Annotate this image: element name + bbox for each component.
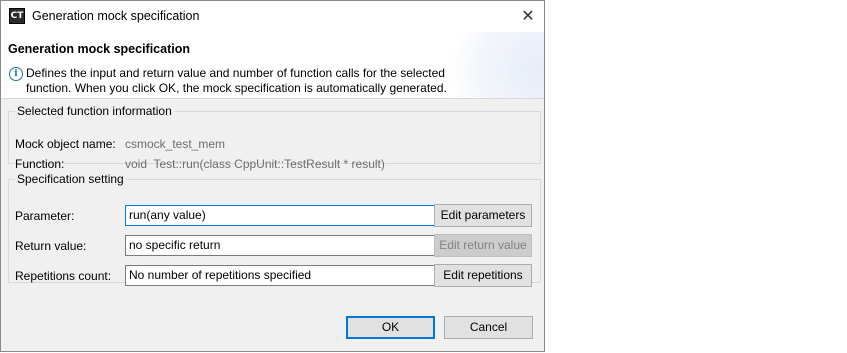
info-icon: i (9, 67, 23, 81)
close-icon[interactable]: ✕ (515, 5, 541, 27)
edit-repetitions-button[interactable]: Edit repetitions (434, 264, 532, 287)
repetitions-label: Repetitions count: (15, 269, 112, 283)
app-icon: CT (9, 8, 25, 24)
mock-object-label: Mock object name: (15, 137, 116, 151)
ok-button[interactable]: OK (346, 316, 435, 339)
edit-return-value-button[interactable]: Edit return value (434, 234, 532, 257)
return-value-label: Return value: (15, 239, 87, 253)
function-label: Function: (15, 157, 65, 171)
function-value: void Test::run(class CppUnit::TestResult… (125, 157, 385, 171)
page-title: Generation mock specification (8, 42, 190, 56)
mock-spec-dialog: CT Generation mock specification ✕ Gener… (0, 0, 545, 352)
return-value-field[interactable]: no specific return (125, 235, 435, 256)
specification-legend: Specification setting (17, 172, 124, 186)
selected-function-group: Selected function information Mock objec… (8, 104, 541, 171)
selected-function-legend: Selected function information (17, 104, 172, 118)
repetitions-field[interactable]: No number of repetitions specified (125, 265, 435, 286)
window-title: Generation mock specification (32, 9, 200, 23)
specification-group: Specification setting Parameter: run(any… (8, 172, 541, 287)
title-bar[interactable]: CT Generation mock specification ✕ (1, 1, 544, 32)
cancel-button[interactable]: Cancel (444, 316, 533, 339)
parameter-field[interactable]: run(any value) (125, 205, 435, 226)
parameter-label: Parameter: (15, 209, 75, 223)
header-banner: Generation mock specification i Defines … (1, 32, 544, 99)
mock-object-value: csmock_test_mem (125, 137, 226, 151)
edit-parameters-button[interactable]: Edit parameters (434, 204, 532, 227)
banner-description: Defines the input and return value and n… (26, 66, 447, 95)
